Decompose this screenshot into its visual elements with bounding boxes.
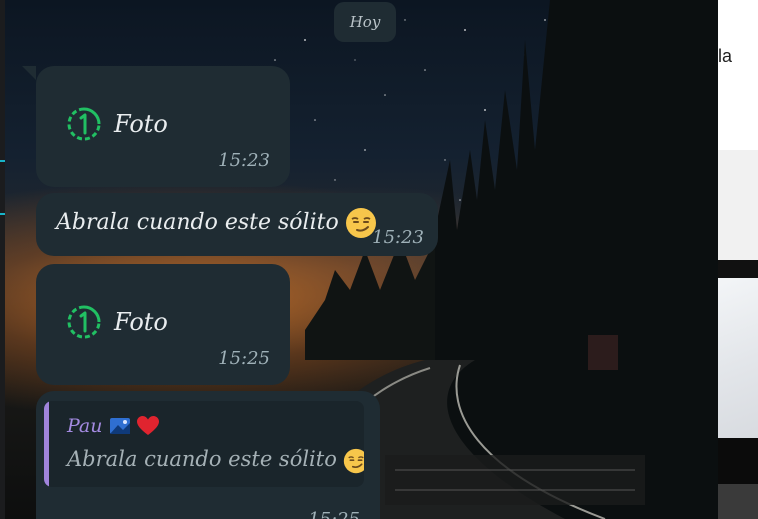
view-once-indicator[interactable]: Foto (66, 304, 168, 340)
quoted-author: Pau (67, 415, 159, 437)
view-once-label: Foto (114, 308, 168, 336)
message-time: 15:23 (218, 150, 270, 171)
smirking-face-emoji (343, 448, 364, 473)
quoted-text-content: Abrala cuando este sólito (67, 447, 337, 471)
view-once-icon (67, 305, 101, 339)
message-text-content: Abrala cuando este sólito (56, 210, 339, 235)
message-time: 15:25 (308, 509, 360, 519)
reply-message[interactable]: Pau Abrala cuando este sólito (36, 391, 380, 519)
view-once-photo-message[interactable]: Foto 15:23 (22, 66, 290, 187)
red-heart-emoji (136, 416, 159, 435)
view-once-photo-message[interactable]: Foto 15:25 (36, 264, 290, 385)
night-landscape-emoji (109, 418, 130, 434)
message-text: Abrala cuando este sólito (56, 207, 377, 239)
view-once-indicator[interactable]: Foto (66, 106, 168, 142)
chat-panel[interactable]: Hoy Foto 15:23 Abrala cuando este sólito (5, 0, 718, 519)
date-divider: Hoy (334, 2, 396, 42)
quote-accent-bar (44, 401, 49, 487)
quoted-message[interactable]: Pau Abrala cuando este sólito (44, 401, 364, 487)
text-message[interactable]: Abrala cuando este sólito 15:23 (36, 193, 438, 256)
message-time: 15:23 (372, 227, 424, 248)
quoted-author-name: Pau (67, 415, 103, 437)
view-once-icon (67, 107, 101, 141)
view-once-label: Foto (114, 110, 168, 138)
quoted-text: Abrala cuando este sólito (67, 447, 364, 474)
message-time: 15:25 (218, 348, 270, 369)
bubble-tail (22, 66, 36, 80)
